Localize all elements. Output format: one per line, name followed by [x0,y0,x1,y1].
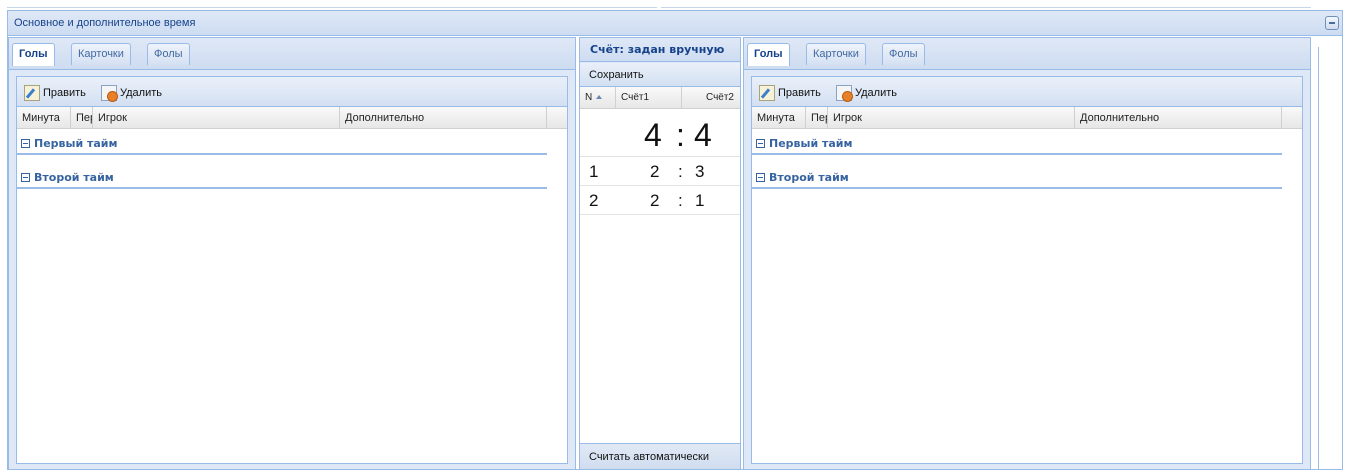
left-delete-label: Удалить [120,87,162,99]
left-col-period[interactable]: Пер [71,107,93,129]
right-team-panel: Голы Карточки Фолы Править Удалить Минут… [743,37,1311,470]
right-tabbar: Голы Карточки Фолы [744,38,1310,70]
score-row-score-1: 2 [650,191,660,210]
save-score-button[interactable]: Сохранить [580,63,740,87]
left-goals-grid: Править Удалить Минута Пер Игрок Дополни… [16,76,568,464]
right-tab-cards[interactable]: Карточки [806,43,866,65]
edit-icon [759,85,775,101]
score-panel: Счёт: задан вручную Сохранить N Счёт1 Сч… [579,37,741,470]
collapse-icon[interactable] [1325,16,1339,30]
total-score-1: 4 [644,117,662,153]
right-group-first-half-label: Первый тайм [769,137,853,150]
score-grid-header: N Счёт1 Счёт2 [580,87,740,109]
right-toolbar: Править Удалить [752,77,1302,107]
right-grid-header: Минута Пер Игрок Дополнительно [752,107,1302,129]
delete-icon [101,85,118,102]
right-edit-button[interactable]: Править [759,85,821,101]
score-row-separator: : [678,191,683,210]
top-strip-segment [661,0,1311,8]
panel-divider [1318,47,1319,470]
score-total-row: 4 : 4 [580,113,740,157]
main-panel-title: Основное и дополнительное время [14,17,196,29]
left-edit-button[interactable]: Править [24,85,86,101]
left-col-extra[interactable]: Дополнительно [340,107,547,129]
left-group-second-half-label: Второй тайм [34,171,114,184]
left-group-first-half[interactable]: Первый тайм [17,135,547,155]
score-row[interactable]: 1 2 : 3 [580,158,740,186]
collapse-group-icon [21,173,30,182]
left-group-second-half[interactable]: Второй тайм [17,169,547,189]
score-col-2[interactable]: Счёт2 [682,87,738,109]
right-delete-button[interactable]: Удалить [836,85,897,102]
total-score-2: 4 [694,117,712,153]
score-row-n: 2 [589,191,599,210]
left-group-first-half-label: Первый тайм [34,137,118,150]
left-col-minute[interactable]: Минута [17,107,71,129]
score-row-separator: : [678,162,683,181]
right-group-first-half[interactable]: Первый тайм [752,135,1282,155]
top-strip-segment [7,0,657,8]
right-group-second-half-label: Второй тайм [769,171,849,184]
right-col-period[interactable]: Пер [806,107,828,129]
score-col-1[interactable]: Счёт1 [616,87,682,109]
main-time-panel: Основное и дополнительное время Голы Кар… [7,10,1343,470]
collapse-group-icon [756,173,765,182]
right-group-second-half[interactable]: Второй тайм [752,169,1282,189]
right-edit-label: Править [778,87,821,99]
score-panel-body: Сохранить N Счёт1 Счёт2 4 : 4 1 2 : 3 2 [580,63,740,469]
left-delete-button[interactable]: Удалить [101,85,162,102]
collapse-group-icon [756,139,765,148]
left-toolbar: Править Удалить [17,77,567,107]
left-tab-cards[interactable]: Карточки [71,43,131,65]
score-row-n: 1 [589,162,599,181]
score-col-n-label: N [585,92,593,103]
score-col-n[interactable]: N [580,87,616,109]
score-row-score-1: 2 [650,162,660,181]
left-col-player[interactable]: Игрок [93,107,340,129]
auto-calc-button[interactable]: Считать автоматически [580,443,740,469]
main-panel-header: Основное и дополнительное время [8,11,1342,36]
sort-asc-icon [596,95,603,99]
left-grid-header: Минута Пер Игрок Дополнительно [17,107,567,129]
right-col-minute[interactable]: Минута [752,107,806,129]
left-team-panel: Голы Карточки Фолы Править Удалить Минут… [8,37,576,470]
left-tabbar: Голы Карточки Фолы [9,38,575,70]
right-tab-goals[interactable]: Голы [747,43,790,66]
right-col-extra[interactable]: Дополнительно [1075,107,1282,129]
left-tab-goals[interactable]: Голы [12,43,55,66]
score-row-score-2: 1 [695,191,705,210]
score-row[interactable]: 2 2 : 1 [580,187,740,215]
total-score-separator: : [676,117,685,153]
edit-icon [24,85,40,101]
delete-icon [836,85,853,102]
score-row-score-2: 3 [695,162,705,181]
top-strip [0,0,1351,10]
left-edit-label: Править [43,87,86,99]
collapse-group-icon [21,139,30,148]
right-col-player[interactable]: Игрок [828,107,1075,129]
score-panel-title: Счёт: задан вручную [580,38,740,62]
right-delete-label: Удалить [855,87,897,99]
right-goals-grid: Править Удалить Минута Пер Игрок Дополни… [751,76,1303,464]
right-tab-fouls[interactable]: Фолы [882,43,925,65]
left-tab-fouls[interactable]: Фолы [147,43,190,65]
